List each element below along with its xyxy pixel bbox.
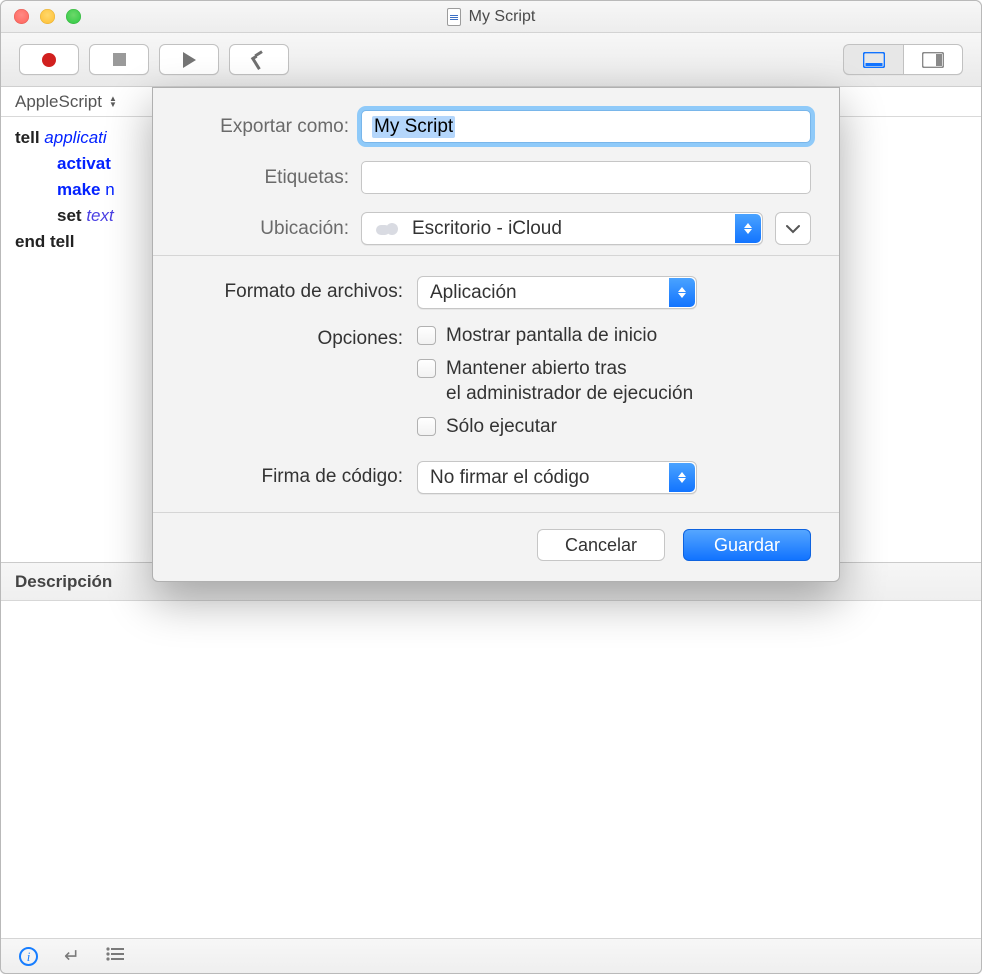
close-window-button[interactable] (14, 9, 29, 24)
location-value: Escritorio - iCloud (412, 218, 562, 240)
status-bar: i ↵ (1, 938, 981, 973)
location-select[interactable]: Escritorio - iCloud (361, 212, 763, 245)
titlebar: My Script (1, 1, 981, 33)
option-run-only-row[interactable]: Sólo ejecutar (417, 414, 693, 439)
toolbar (1, 33, 981, 87)
checkbox-stay-open[interactable] (417, 359, 436, 378)
option-stay-open-label: Mantener abierto tras el administrador d… (446, 356, 693, 406)
keyword-text: text (86, 206, 113, 225)
run-button[interactable] (159, 44, 219, 75)
language-name: AppleScript (15, 92, 102, 112)
tags-field[interactable] (361, 161, 811, 194)
window-title: My Script (469, 8, 536, 26)
export-as-value: My Script (372, 116, 455, 138)
option-show-startup-row[interactable]: Mostrar pantalla de inicio (417, 323, 693, 348)
keyword-end-tell: end tell (15, 232, 75, 251)
option-stay-open-row[interactable]: Mantener abierto tras el administrador d… (417, 356, 693, 406)
record-icon (42, 53, 56, 67)
file-format-label: Formato de archivos: (181, 276, 417, 303)
sheet-button-bar: Cancelar Guardar (181, 529, 811, 561)
sheet-divider (153, 255, 839, 256)
info-icon[interactable]: i (19, 947, 38, 966)
export-sheet: Exportar como: My Script Etiquetas: Ubic… (152, 87, 840, 582)
keyword-make: make (57, 180, 100, 199)
view-segment (843, 44, 963, 75)
window-controls (14, 9, 81, 24)
file-format-select[interactable]: Aplicación (417, 276, 697, 309)
record-button[interactable] (19, 44, 79, 75)
cancel-button[interactable]: Cancelar (537, 529, 665, 561)
select-stepper-icon (669, 278, 695, 307)
export-as-label: Exportar como: (181, 116, 361, 138)
description-body[interactable] (1, 601, 981, 921)
updown-chevron-icon: ▲▼ (109, 96, 117, 108)
play-icon (183, 52, 196, 68)
show-editor-button[interactable] (843, 44, 903, 75)
show-sidebar-button[interactable] (903, 44, 963, 75)
save-button[interactable]: Guardar (683, 529, 811, 561)
hammer-icon (247, 47, 272, 72)
export-as-field[interactable]: My Script (361, 110, 811, 143)
editor-pane-icon (863, 52, 885, 68)
save-label: Guardar (714, 535, 780, 556)
document-icon (447, 8, 461, 26)
keyword-set: set (57, 206, 82, 225)
description-label: Descripción (15, 572, 112, 592)
minimize-window-button[interactable] (40, 9, 55, 24)
build-button[interactable] (229, 44, 289, 75)
option-show-startup-label: Mostrar pantalla de inicio (446, 323, 657, 348)
location-label: Ubicación: (181, 218, 361, 240)
checkbox-run-only[interactable] (417, 417, 436, 436)
file-format-value: Aplicación (430, 282, 517, 304)
keyword-activate: activat (57, 154, 111, 173)
select-stepper-icon (735, 214, 761, 243)
sheet-divider-2 (153, 512, 839, 513)
expand-location-button[interactable] (775, 212, 811, 245)
option-run-only-label: Sólo ejecutar (446, 414, 557, 439)
stop-icon (113, 53, 126, 66)
keyword-n: n (105, 180, 114, 199)
select-stepper-icon (669, 463, 695, 492)
sidebar-pane-icon (922, 52, 944, 68)
window-title-wrap: My Script (447, 8, 536, 26)
options-label: Opciones: (181, 323, 417, 350)
cloud-icon (374, 221, 398, 237)
tags-label: Etiquetas: (181, 167, 361, 189)
chevron-down-icon (786, 224, 800, 234)
cancel-label: Cancelar (565, 535, 637, 556)
zoom-window-button[interactable] (66, 9, 81, 24)
code-sign-value: No firmar el código (430, 467, 589, 489)
return-key-icon[interactable]: ↵ (64, 945, 80, 968)
code-sign-label: Firma de código: (181, 461, 417, 488)
code-sign-select[interactable]: No firmar el código (417, 461, 697, 494)
stop-button[interactable] (89, 44, 149, 75)
keyword-tell: tell (15, 128, 40, 147)
checkbox-show-startup[interactable] (417, 326, 436, 345)
script-editor-window: My Script AppleScript ▲▼ tell applicati … (0, 0, 982, 974)
keyword-application: applicati (44, 128, 106, 147)
list-view-icon[interactable] (106, 945, 124, 967)
